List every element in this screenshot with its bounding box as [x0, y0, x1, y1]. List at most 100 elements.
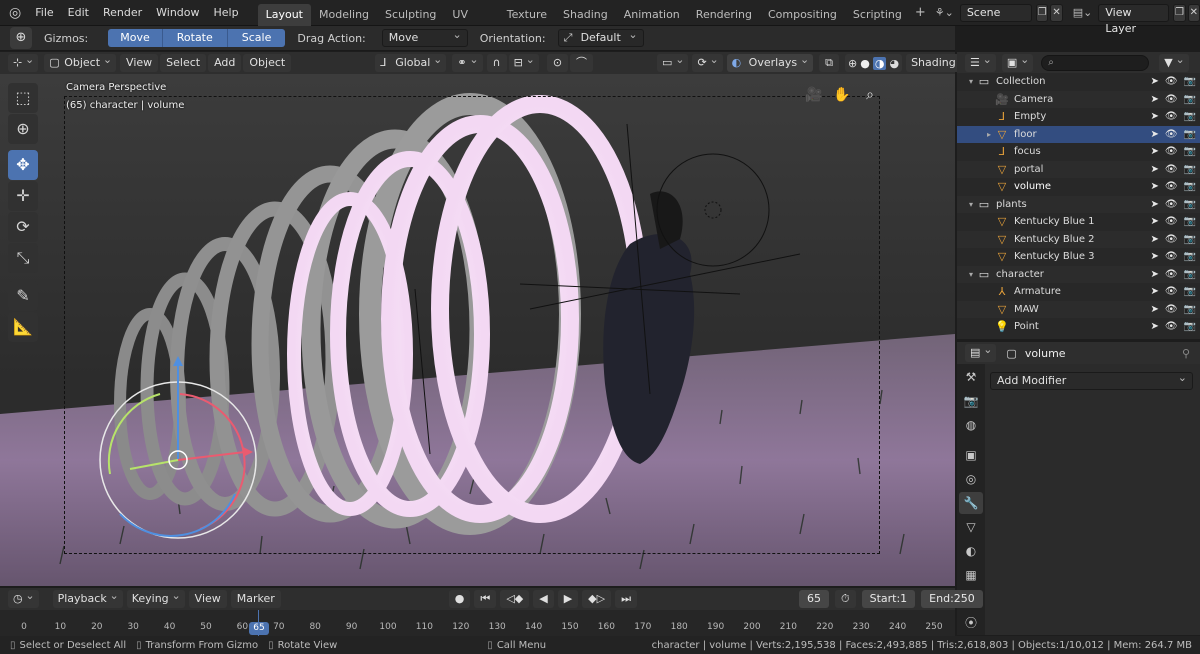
physics-tab-icon[interactable]: ◎	[959, 468, 983, 490]
play-icon[interactable]: ▶	[557, 590, 579, 608]
select-arrow-icon[interactable]: ➤	[1150, 286, 1158, 297]
jump-start-icon[interactable]: ⏮	[474, 590, 497, 608]
timeline-editor-type-dropdown[interactable]: ◷	[8, 587, 39, 608]
texture-checker-tab-icon[interactable]: ▦	[959, 564, 983, 586]
eye-icon[interactable]: 👁	[1165, 304, 1178, 315]
select-arrow-icon[interactable]: ➤	[1150, 269, 1158, 280]
material-preview-shading-icon[interactable]: ◑	[872, 56, 887, 70]
pivot-point-dropdown[interactable]: ⚭	[452, 51, 483, 72]
expand-toggle-icon[interactable]: ▸	[983, 130, 995, 139]
outliner-row[interactable]: ▾ ▭ Collection ➤ 👁 📷	[957, 73, 1200, 91]
scene-icon[interactable]: ⚘⌄	[935, 6, 954, 19]
move-tool-icon[interactable]: ✥	[8, 150, 38, 180]
blender-logo-icon[interactable]: ◎	[8, 2, 22, 24]
menu-edit[interactable]: Edit	[61, 0, 96, 26]
tab-sculpting[interactable]: Sculpting	[377, 4, 444, 26]
eye-icon[interactable]: 👁	[1165, 146, 1178, 157]
wireframe-shading-icon[interactable]: ⊕	[848, 57, 857, 70]
snap-toggle[interactable]: ∩	[486, 54, 507, 72]
outliner-row[interactable]: 💡 Point ➤ 👁 📷	[957, 318, 1200, 336]
render-camera-icon[interactable]: 📷	[1184, 321, 1196, 332]
view-layer-icon[interactable]: ▤⌄	[1073, 6, 1093, 19]
transform-orientation-dropdown[interactable]: ⅃ Global	[375, 51, 447, 72]
expand-toggle-icon[interactable]: ▾	[965, 270, 977, 279]
select-arrow-icon[interactable]: ➤	[1150, 199, 1158, 210]
select-arrow-icon[interactable]: ➤	[1150, 234, 1158, 245]
outliner-row[interactable]: ⅃ Empty ➤ 👁 📷	[957, 108, 1200, 126]
timeline-view-menu[interactable]: View	[188, 590, 227, 608]
render-camera-icon[interactable]: 📷	[1184, 199, 1196, 210]
object-tab-icon[interactable]: ▣	[959, 444, 983, 466]
scene-field[interactable]: Scene	[959, 3, 1033, 22]
render-camera-icon[interactable]: 📷	[1184, 94, 1196, 105]
outliner-row[interactable]: ▽ volume ➤ 👁 📷	[957, 178, 1200, 196]
tool-settings-tab-icon[interactable]: ⚒	[959, 366, 983, 388]
select-arrow-icon[interactable]: ➤	[1150, 164, 1158, 175]
outliner-row[interactable]: ⅃ focus ➤ 👁 📷	[957, 143, 1200, 161]
next-keyframe-icon[interactable]: ◆▷	[582, 590, 612, 608]
mode-dropdown[interactable]: ▢ Object Mode	[44, 51, 117, 87]
material-tab-icon[interactable]: ◐	[959, 540, 983, 562]
start-frame-field[interactable]: Start: 1	[861, 590, 916, 608]
expand-toggle-icon[interactable]: ▾	[965, 200, 977, 209]
render-camera-icon[interactable]: 📷	[1184, 164, 1196, 175]
snap-target-dropdown[interactable]: ⊟	[508, 51, 539, 72]
render-camera-icon[interactable]: 📷	[1184, 129, 1196, 140]
render-camera-icon[interactable]: 📷	[1184, 304, 1196, 315]
xray-toggle[interactable]: ⧉	[819, 54, 840, 72]
display-mode-dropdown[interactable]: ▣	[1001, 51, 1034, 72]
tab-texture-paint[interactable]: Texture Paint	[499, 4, 555, 43]
select-arrow-icon[interactable]: ➤	[1150, 94, 1158, 105]
tab-layout[interactable]: Layout	[257, 3, 311, 26]
timeline-ruler[interactable]: 0 10 20 30 40 50 60 70 80 90 100 110 120 130 140 150 160…	[0, 610, 955, 636]
annotate-tool-icon[interactable]: ✎	[8, 281, 38, 311]
particles-tab-icon[interactable]: ▽	[959, 516, 983, 538]
menu-help[interactable]: Help	[207, 0, 246, 26]
outliner-row[interactable]: ▾ ▭ plants ➤ 👁 📷	[957, 195, 1200, 213]
view-layer-field[interactable]: View Layer	[1098, 3, 1170, 35]
tab-rendering[interactable]: Rendering	[688, 4, 760, 26]
cursor-tool-icon[interactable]: ⊕	[8, 114, 38, 144]
select-arrow-icon[interactable]: ➤	[1150, 216, 1158, 227]
tab-animation[interactable]: Animation	[616, 4, 688, 26]
visibility-dropdown[interactable]: ▭	[657, 51, 689, 72]
pan-hand-icon[interactable]: ✋	[831, 84, 853, 106]
auto-key-record-icon[interactable]: ●	[448, 590, 471, 608]
tab-shading[interactable]: Shading	[555, 4, 616, 26]
select-arrow-icon[interactable]: ➤	[1150, 111, 1158, 122]
outliner-row[interactable]: ⅄ Armature ➤ 👁 📷	[957, 283, 1200, 301]
outliner-row[interactable]: ▸ ▽ floor ➤ 👁 📷	[957, 125, 1200, 143]
proportional-edit-toggle[interactable]: ⊙	[546, 54, 569, 72]
outliner-row[interactable]: ▽ Kentucky Blue 2 ➤ 👁 📷	[957, 230, 1200, 248]
rendered-shading-icon[interactable]: ◕	[889, 57, 899, 70]
outliner-row[interactable]: ▾ ▭ character ➤ 👁 📷	[957, 265, 1200, 283]
drag-action-dropdown[interactable]: Move	[381, 27, 468, 47]
marker-menu[interactable]: Marker	[230, 590, 281, 608]
add-modifier-dropdown[interactable]: Add Modifier	[990, 370, 1193, 390]
render-camera-icon[interactable]: 📷	[1184, 216, 1196, 227]
keying-menu[interactable]: Keying	[126, 587, 185, 608]
select-arrow-icon[interactable]: ➤	[1150, 146, 1158, 157]
eye-icon[interactable]: 👁	[1165, 234, 1178, 245]
current-frame-field[interactable]: 65	[799, 590, 829, 608]
falloff-dropdown[interactable]: ⌒	[570, 54, 594, 72]
outliner-row[interactable]: ▽ MAW ➤ 👁 📷	[957, 300, 1200, 318]
gizmo-visibility-dropdown[interactable]: ⟳	[692, 51, 723, 72]
tab-uv-editing[interactable]: UV Editing	[444, 4, 498, 43]
render-camera-icon[interactable]: 📷	[1184, 76, 1196, 87]
render-camera-icon[interactable]: 📷	[1184, 146, 1196, 157]
gizmo-rotate-button[interactable]: Rotate	[162, 29, 228, 47]
eye-icon[interactable]: 👁	[1165, 181, 1178, 192]
move-arrows-tool-icon[interactable]: ✛	[8, 181, 38, 211]
menu-add[interactable]: Add	[208, 54, 242, 72]
eye-icon[interactable]: 👁	[1165, 269, 1178, 280]
menu-window[interactable]: Window	[149, 0, 206, 26]
new-scene-icon[interactable]: ❐	[1036, 3, 1049, 22]
render-camera-icon[interactable]: 📷	[1184, 251, 1196, 262]
menu-select[interactable]: Select	[160, 54, 207, 72]
render-camera-icon[interactable]: 📷	[1184, 111, 1196, 122]
playback-menu[interactable]: Playback	[52, 587, 123, 608]
measure-tool-icon[interactable]: 📐	[8, 312, 38, 342]
render-tab-icon[interactable]: 📷	[959, 390, 983, 412]
select-box-tool-icon[interactable]: ⬚	[8, 83, 38, 113]
